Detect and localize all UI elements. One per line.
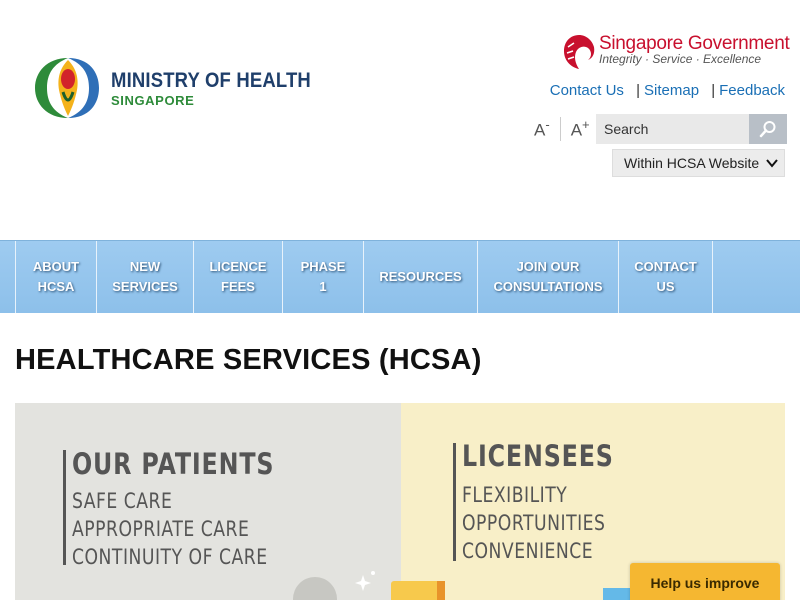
chevron-down-icon [766, 159, 778, 168]
nav-item-phase-1[interactable]: PHASE 1 [283, 241, 364, 313]
nav-item-resources[interactable]: RESOURCES [364, 241, 478, 313]
lion-head-icon [564, 35, 595, 69]
moh-logo-title: MINISTRY OF HEALTH [111, 69, 311, 92]
search-button[interactable] [749, 114, 787, 144]
page: MINISTRY OF HEALTH SINGAPORE Singapore G… [0, 0, 800, 600]
nav-spacer [0, 241, 16, 313]
sg-gov-motto: Integrity · Service · Excellence [599, 52, 762, 66]
increase-font-sign: + [582, 117, 590, 133]
decrease-font-sign: - [545, 117, 550, 133]
font-size-controls: A- A+ [528, 116, 596, 142]
patients-line-2: APPROPRIATE CARE [72, 517, 250, 541]
search-scope-select[interactable]: Within HCSA Website [612, 149, 785, 177]
licensees-line-1: FLEXIBILITY [462, 483, 568, 507]
increase-font-button[interactable]: A+ [565, 117, 596, 141]
sitemap-link[interactable]: Sitemap [644, 82, 699, 99]
panel-divider-bar [63, 450, 66, 565]
patients-line-3: CONTINUITY OF CARE [72, 545, 268, 569]
moh-emblem-icon [35, 58, 99, 118]
licensees-heading: LICENSEES [462, 439, 614, 473]
contact-us-link[interactable]: Contact Us [550, 82, 624, 99]
patients-line-1: SAFE CARE [72, 489, 173, 513]
singapore-government-logo[interactable]: Singapore Government Integrity · Service… [562, 33, 790, 71]
link-separator: | [636, 82, 641, 99]
search-icon [759, 121, 776, 138]
nav-item-about-hcsa[interactable]: ABOUT HCSA [16, 241, 97, 313]
feedback-link[interactable]: Feedback [719, 82, 785, 99]
increase-font-letter: A [570, 120, 583, 140]
decrease-font-button[interactable]: A- [528, 117, 556, 141]
panel-divider-bar [453, 443, 456, 561]
font-divider [559, 117, 561, 141]
banner-patients-panel: OUR PATIENTS SAFE CARE APPROPRIATE CARE … [15, 403, 401, 600]
moh-logo-subtitle: SINGAPORE [111, 93, 195, 108]
banner-decor-icon [293, 577, 337, 600]
licensees-line-2: OPPORTUNITIES [462, 511, 606, 535]
nav-item-licence-fees[interactable]: LICENCE FEES [194, 241, 283, 313]
moh-logo[interactable]: MINISTRY OF HEALTH SINGAPORE [33, 56, 311, 120]
sparkle-decor-icon [355, 571, 445, 600]
link-separator: | [711, 82, 716, 99]
utility-links: Contact Us | Sitemap | Feedback [550, 82, 785, 99]
search-scope-value: Within HCSA Website [624, 155, 760, 171]
page-title: HEALTHCARE SERVICES (HCSA) [15, 344, 482, 376]
nav-item-join-consultations[interactable]: JOIN OUR CONSULTATIONS [478, 241, 619, 313]
decrease-font-letter: A [534, 120, 546, 140]
licensees-line-3: CONVENIENCE [462, 539, 594, 563]
help-us-improve-button[interactable]: Help us improve [630, 563, 780, 600]
main-navigation: ABOUT HCSA NEW SERVICES LICENCE FEES PHA… [0, 240, 800, 313]
patients-heading: OUR PATIENTS [72, 447, 275, 481]
nav-item-new-services[interactable]: NEW SERVICES [97, 241, 194, 313]
search-input[interactable] [596, 114, 749, 144]
nav-item-contact-us[interactable]: CONTACT US [619, 241, 713, 313]
